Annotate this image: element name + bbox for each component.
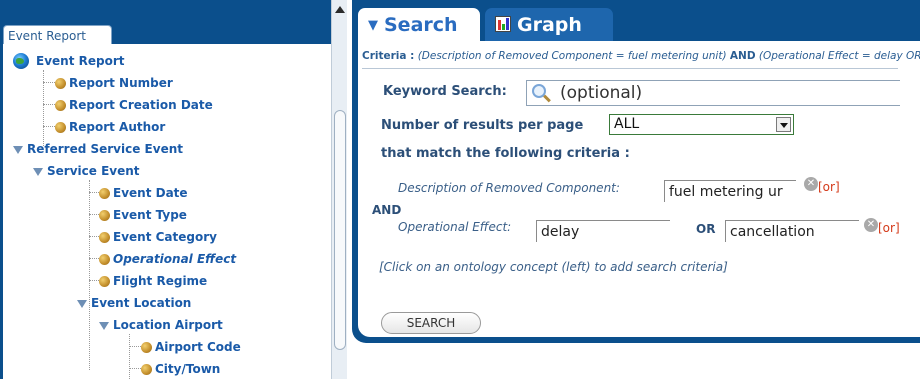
tree-item-label: Referred Service Event (27, 142, 183, 156)
keyword-label: Keyword Search: (383, 84, 507, 99)
and-operator: AND (372, 203, 402, 217)
bar-chart-icon (495, 16, 511, 32)
tree-item-label: Event Report (36, 54, 125, 68)
criteria-summary: Criteria : (Description of Removed Compo… (362, 50, 920, 62)
tree-connector (43, 104, 55, 105)
removed-component-label: Description of Removed Component: (398, 181, 620, 195)
tree-connector (89, 180, 90, 370)
concept-dot-icon (99, 254, 110, 265)
caret-down-icon: ▼ (368, 18, 378, 33)
operational-effect-field-2[interactable]: cancellation (725, 220, 859, 242)
tree-tab[interactable]: Event Report (3, 25, 112, 45)
tab-search-label: Search (384, 14, 458, 36)
expand-arrow-icon[interactable] (99, 322, 109, 330)
tree-item-label: Flight Regime (113, 274, 208, 288)
results-per-page-select[interactable]: ALL (609, 114, 794, 135)
dropdown-arrow-icon[interactable] (776, 117, 791, 132)
criteria-divider (362, 68, 898, 69)
expand-arrow-icon[interactable] (33, 168, 43, 176)
add-or-link[interactable]: [or] (878, 221, 900, 235)
tree-item-label: Report Creation Date (69, 98, 213, 112)
tree-connector (129, 346, 141, 347)
ontology-tree: Event Report Report Number Report Creati… (3, 44, 331, 379)
tab-graph[interactable]: Graph (485, 8, 613, 41)
tree-item-label: Service Event (47, 164, 140, 178)
tree-item-label: Operational Effect (113, 252, 237, 266)
tree-item-label: City/Town (155, 362, 221, 376)
criteria-hint: [Click on an ontology concept (left) to … (379, 260, 728, 274)
ontology-panel: Event Report Event Report Report Number … (0, 0, 347, 379)
tree-item-label: Location Airport (113, 318, 223, 332)
operational-effect-field[interactable]: delay (536, 220, 670, 242)
keyword-placeholder: (optional) (560, 83, 643, 103)
concept-dot-icon (55, 122, 66, 133)
tree-item-label: Event Type (113, 208, 187, 222)
concept-dot-icon (55, 100, 66, 111)
tree-scrollbar[interactable] (331, 0, 347, 379)
tree-item-label: Event Date (113, 186, 188, 200)
tree-connector (43, 82, 55, 83)
clear-criterion-icon[interactable]: ✕ (804, 177, 818, 191)
tree-connector (129, 334, 130, 379)
results-per-page-value: ALL (614, 116, 640, 132)
expand-arrow-icon[interactable] (77, 300, 87, 308)
concept-dot-icon (99, 210, 110, 221)
concept-dot-icon (141, 342, 152, 353)
operational-effect-value: delay (541, 224, 580, 240)
removed-component-value: fuel metering ur (669, 184, 783, 200)
concept-dot-icon (99, 188, 110, 199)
globe-icon (13, 53, 29, 69)
criteria-and: AND (729, 50, 756, 62)
search-button[interactable]: SEARCH (381, 312, 481, 334)
tree-item-label: Event Category (113, 230, 217, 244)
results-per-page-label: Number of results per page (381, 118, 584, 133)
tree-connector (129, 368, 141, 369)
tree-item-label: Event Location (91, 296, 192, 310)
tab-search[interactable]: ▼ Search (358, 8, 480, 41)
concept-dot-icon (99, 276, 110, 287)
removed-component-field[interactable]: fuel metering ur (664, 180, 796, 202)
operational-effect-label: Operational Effect: (398, 220, 512, 234)
magnifier-icon (532, 84, 546, 98)
concept-dot-icon (99, 232, 110, 243)
tree-item-label: Airport Code (155, 340, 241, 354)
or-operator: OR (696, 222, 716, 236)
operational-effect-value-2: cancellation (730, 224, 815, 240)
tree-tab-label: Event Report (8, 29, 86, 43)
keyword-search-input[interactable]: (optional) (526, 80, 900, 106)
criteria-text-2: (Operational Effect = delay OR Operation… (758, 50, 920, 62)
scroll-up-icon[interactable] (335, 6, 345, 13)
tree-connector (43, 126, 55, 127)
criteria-text-1: (Description of Removed Component = fuel… (417, 50, 727, 62)
clear-criterion-icon[interactable]: ✕ (864, 218, 878, 232)
criteria-label: Criteria : (362, 50, 415, 62)
tree-item-label: Report Author (69, 120, 166, 134)
expand-arrow-icon[interactable] (13, 146, 23, 154)
scrollbar-thumb[interactable] (334, 110, 346, 350)
match-criteria-label: that match the following criteria : (381, 146, 630, 161)
tab-graph-label: Graph (517, 14, 582, 36)
add-or-link[interactable]: [or] (818, 180, 840, 194)
concept-dot-icon (141, 364, 152, 375)
concept-dot-icon (55, 78, 66, 89)
tree-item-label: Report Number (69, 76, 173, 90)
